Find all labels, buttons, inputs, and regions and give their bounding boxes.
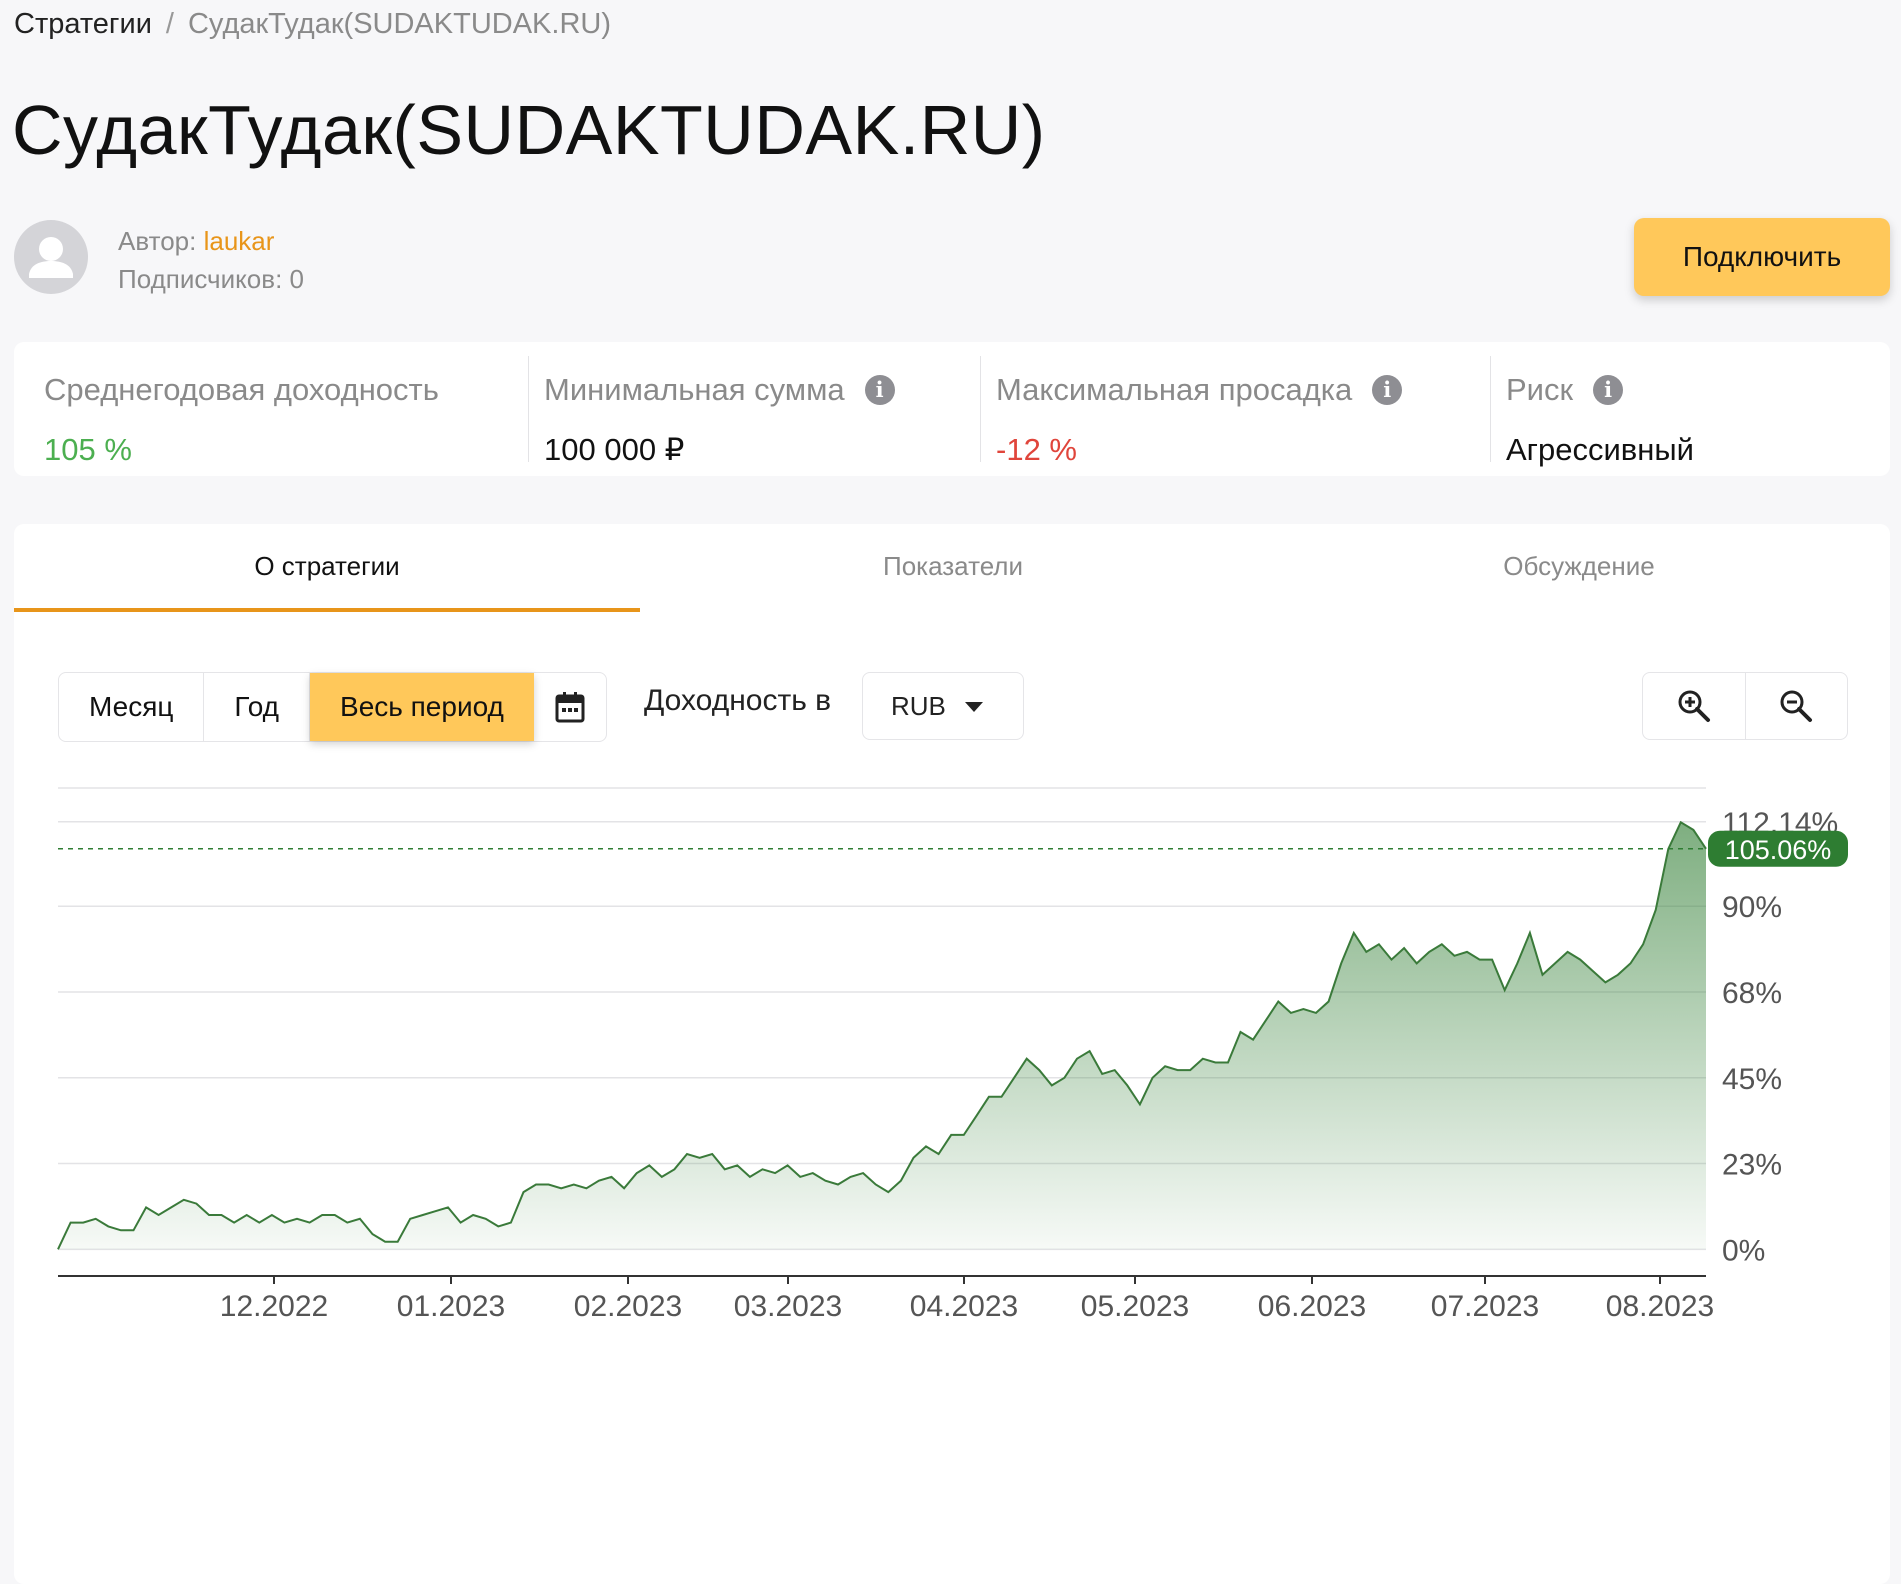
stat-max-drawdown-value: -12 % [996,432,1077,467]
breadcrumb-root-link[interactable]: Стратегии [14,8,152,40]
stat-min-sum-label-text: Минимальная сумма [544,372,845,407]
y-tick-label: 90% [1722,891,1782,924]
x-tick-label: 05.2023 [1081,1290,1189,1323]
avatar [14,220,88,294]
stat-annual-return-label: Среднегодовая доходность [44,372,439,408]
y-tick-label: 45% [1722,1063,1782,1096]
stats-card: Среднегодовая доходность 105 % Минимальн… [14,342,1890,476]
author-label: Автор: [118,226,204,256]
stat-risk-label: Риск i [1506,372,1624,408]
strategy-card: О стратегии Показатели Обсуждение Месяц … [14,524,1890,1584]
stat-divider [980,356,981,462]
stat-min-sum-value: 100 000 ₽ [544,432,685,467]
stat-max-drawdown-label-text: Максимальная просадка [996,372,1353,407]
y-tick-label: 0% [1722,1234,1765,1267]
yield-chart: 0%23%45%68%90%112.14%12.2022 01.2023 02.20… [57,787,1848,1323]
stat-min-sum-label: Минимальная сумма i [544,372,895,408]
stat-min-sum: Минимальная сумма i 100 000 ₽ [528,356,980,467]
x-tick-label: 12.2022 [220,1290,328,1323]
stat-annual-return: Среднегодовая доходность 105 % [14,356,528,467]
x-tick-label: 06.2023 [1258,1290,1366,1323]
breadcrumb-current: СудакТудак(SUDAKTUDAK.RU) [187,8,612,40]
y-tick-label: 68% [1722,977,1782,1010]
x-tick-label: 04.2023 [910,1290,1018,1323]
stat-divider [528,356,529,462]
author-link[interactable]: laukar [204,226,275,256]
stat-max-drawdown-label: Максимальная просадка i [996,372,1403,408]
x-tick-label: 07.2023 [1431,1290,1539,1323]
info-icon[interactable]: i [1593,375,1624,405]
stat-max-drawdown: Максимальная просадка i -12 % [980,356,1490,467]
current-value-label: 105.06% [1725,835,1832,865]
chart-area [58,822,1706,1250]
x-tick-label: 02.2023 [574,1290,682,1323]
subscribers-count: Подписчиков: 0 [118,264,304,294]
author-info: Автор: laukar Подписчиков: 0 [118,222,304,298]
page-title: СудакТудак(SUDAKTUDAK.RU) [12,91,1046,169]
x-tick-label: 01.2023 [397,1290,505,1323]
x-tick-label: 03.2023 [734,1290,842,1323]
stat-annual-return-value: 105 % [44,432,132,467]
user-icon [29,237,73,278]
info-icon[interactable]: i [1372,375,1403,405]
y-tick-label: 23% [1722,1149,1782,1182]
stat-annual-return-label-text: Среднегодовая доходность [44,372,439,407]
breadcrumb-separator: / [165,8,174,40]
stat-risk: Риск i Агрессивный [1490,356,1890,467]
x-tick-label: 08.2023 [1606,1290,1714,1323]
breadcrumb: Стратегии / СудакТудак(SUDAKTUDAK.RU) [14,8,611,41]
info-icon[interactable]: i [864,375,895,405]
stat-risk-value: Агрессивный [1506,432,1694,467]
connect-button[interactable]: Подключить [1634,218,1890,296]
stat-risk-label-text: Риск [1506,372,1574,407]
stat-divider [1490,356,1491,462]
